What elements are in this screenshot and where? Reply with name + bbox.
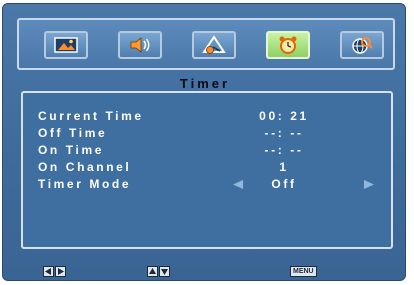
setting-label: Timer Mode xyxy=(38,177,132,191)
menu-tab-bar xyxy=(17,18,395,70)
setting-value: --: -- xyxy=(264,126,304,140)
up-key-icon xyxy=(147,265,158,277)
setting-label: Off Time xyxy=(38,126,108,140)
menu-key-hint: MENU xyxy=(290,265,317,277)
alarm-clock-icon xyxy=(279,36,297,54)
speaker-icon xyxy=(130,37,150,53)
menu-key-label: MENU xyxy=(290,265,317,277)
tab-setup[interactable] xyxy=(192,31,236,59)
picture-icon xyxy=(54,37,78,53)
setting-row-timer-mode[interactable]: Timer Mode Off xyxy=(23,177,391,193)
setting-value: --: -- xyxy=(264,143,304,157)
arrow-left-icon[interactable] xyxy=(233,180,243,189)
tab-picture[interactable] xyxy=(44,31,88,59)
globe-search-icon xyxy=(352,37,373,54)
setting-value: 00: 21 xyxy=(259,109,309,123)
timer-settings-panel: Current Time 00: 21 Off Time --: -- On T… xyxy=(21,91,393,249)
tab-sound[interactable] xyxy=(118,31,162,59)
setting-label: On Time xyxy=(38,143,104,157)
left-right-arrow-keys-icon xyxy=(43,265,66,277)
setup-icon xyxy=(202,35,226,54)
down-key-icon xyxy=(159,265,170,277)
setting-label: On Channel xyxy=(38,160,132,174)
setting-row-on-time[interactable]: On Time --: -- xyxy=(23,143,391,159)
up-down-arrow-keys-icon xyxy=(147,265,170,277)
osd-menu: Timer Current Time 00: 21 Off Time --: -… xyxy=(2,3,406,281)
tab-timer[interactable] xyxy=(266,31,310,59)
section-title: Timer xyxy=(179,76,231,91)
setting-row-current-time[interactable]: Current Time 00: 21 xyxy=(23,109,391,125)
tab-options[interactable] xyxy=(340,31,384,59)
setting-value: Off xyxy=(271,177,297,191)
arrow-right-icon[interactable] xyxy=(364,180,374,189)
right-key-icon xyxy=(55,265,66,277)
setting-row-on-channel[interactable]: On Channel 1 xyxy=(23,160,391,176)
left-key-icon xyxy=(43,265,54,277)
setting-value: 1 xyxy=(279,160,289,174)
setting-row-off-time[interactable]: Off Time --: -- xyxy=(23,126,391,142)
setting-label: Current Time xyxy=(38,109,144,123)
